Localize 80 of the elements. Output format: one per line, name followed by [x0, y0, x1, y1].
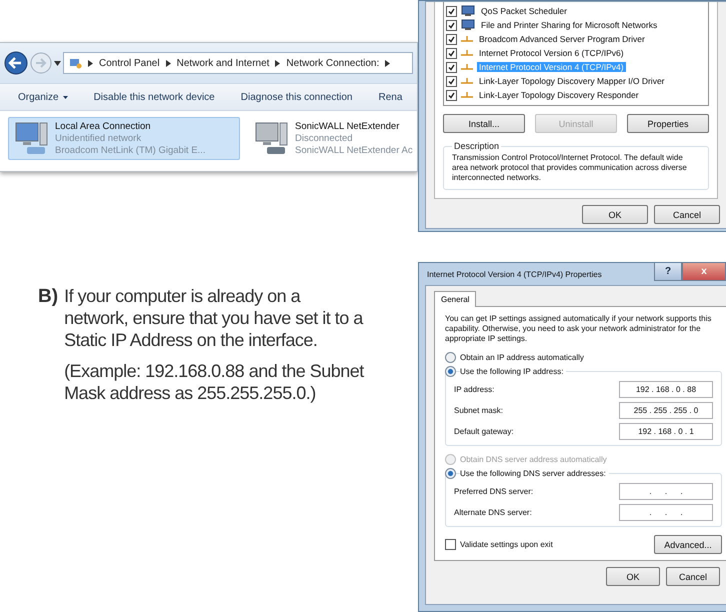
- ip-address-field[interactable]: 192 . 168 . 0 . 1: [619, 423, 713, 440]
- ip-address-field[interactable]: . . .: [619, 504, 713, 521]
- toolbar-button[interactable]: Rena: [378, 92, 402, 102]
- radio-label: Use the following DNS server addresses:: [460, 469, 609, 478]
- network-protocol-icon: [461, 91, 473, 99]
- dialog-button[interactable]: OK: [606, 567, 660, 586]
- toolbar-button[interactable]: Disable this network device: [94, 92, 215, 102]
- connection-item[interactable]: SonicWALL NetExtender Disconnected SonicWALL NetExtender Ac: [248, 117, 417, 160]
- address-bar[interactable]: Control Panel Network and Internet Network Connection:: [63, 52, 413, 74]
- back-button-icon[interactable]: [4, 51, 28, 75]
- dialog-button[interactable]: OK: [582, 205, 648, 224]
- network-computer-icon: [253, 121, 289, 155]
- step-marker: B): [38, 285, 58, 309]
- field-label: Default gateway:: [454, 427, 514, 436]
- field-label: Subnet mask:: [454, 406, 503, 415]
- dialog-button[interactable]: Install...: [443, 114, 525, 133]
- checkbox[interactable]: [446, 90, 457, 100]
- breadcrumb-item[interactable]: Control Panel: [99, 58, 160, 68]
- tab[interactable]: General: [434, 291, 476, 307]
- caret-icon[interactable]: [54, 60, 61, 66]
- dialog-button[interactable]: Cancel: [654, 205, 720, 224]
- list-item[interactable]: Link-Layer Topology Discovery Responder: [477, 90, 641, 100]
- checkbox[interactable]: [446, 76, 457, 86]
- checkbox[interactable]: [446, 34, 457, 44]
- checkbox[interactable]: [446, 6, 457, 16]
- checkbox-label: Validate settings upon exit: [460, 540, 553, 549]
- checkbox[interactable]: [446, 62, 457, 72]
- field-label: Alternate DNS server:: [454, 508, 532, 517]
- connection-status: Unidentified network: [55, 133, 142, 144]
- field-label: IP address:: [454, 385, 494, 394]
- chevron-icon: [88, 60, 93, 66]
- description-text: Transmission Control Protocol/Internet Protocol. The default wide area network protocol that provides communication across diverse interconnected networks.: [452, 153, 688, 183]
- breadcrumb-item[interactable]: Network Connection:: [286, 58, 380, 68]
- ip-address-field[interactable]: 192 . 168 . 0 . 88: [619, 381, 713, 398]
- connection-name: Local Area Connection: [55, 121, 152, 132]
- dialog-button[interactable]: Cancel: [666, 567, 720, 586]
- window-title: Internet Protocol Version 4 (TCP/IPv4) Properties: [427, 270, 602, 278]
- chevron-icon: [166, 60, 171, 66]
- network-computer-icon: [13, 121, 49, 155]
- radio-button[interactable]: [445, 468, 456, 479]
- connection-name: SonicWALL NetExtender: [295, 121, 400, 132]
- radio-label: Obtain DNS server address automatically: [460, 455, 610, 464]
- breadcrumb-item[interactable]: Network and Internet: [176, 58, 270, 68]
- computer-icon: [461, 5, 475, 17]
- chevron-icon: [275, 60, 280, 66]
- list-item[interactable]: File and Printer Sharing for Microsoft Networks: [479, 20, 660, 30]
- toolbar-button[interactable]: Diagnose this connection: [240, 92, 352, 102]
- checkbox[interactable]: [446, 20, 457, 30]
- list-item[interactable]: Link-Layer Topology Discovery Mapper I/O Driver: [477, 76, 666, 86]
- connection-status: Disconnected: [295, 133, 354, 144]
- ip-address-field[interactable]: 255 . 255 . 255 . 0: [619, 402, 713, 419]
- checkbox[interactable]: [446, 48, 457, 58]
- advanced-button[interactable]: Advanced...: [654, 535, 722, 554]
- intro-text: You can get IP settings assigned automatically if your network supports this capability. Otherwise, you need to ask your network administrator for the appropriate IP settings.: [445, 314, 712, 344]
- group-title: Description: [453, 141, 500, 151]
- help-button[interactable]: ?: [654, 263, 682, 281]
- network-protocol-icon: [461, 35, 473, 43]
- instruction-paragraph: If your computer is already on a network, ensure that you have set it to a Static IP Address on the interface.: [64, 285, 364, 351]
- connection-device: Broadcom NetLink (TM) Gigabit E...: [55, 145, 206, 156]
- instruction-paragraph: (Example: 192.168.0.88 and the Subnet Mask address as 255.255.255.0.): [64, 360, 364, 404]
- ip-address-field[interactable]: . . .: [619, 483, 713, 500]
- list-item[interactable]: Broadcom Advanced Server Program Driver: [477, 34, 647, 44]
- list-item[interactable]: QoS Packet Scheduler: [479, 6, 569, 16]
- radio-button[interactable]: [445, 352, 456, 363]
- radio-button[interactable]: [445, 366, 456, 377]
- connection-device: SonicWALL NetExtender Ac: [295, 145, 413, 156]
- network-protocol-icon: [461, 63, 473, 71]
- toolbar-button[interactable]: Organize: [18, 92, 68, 102]
- network-protocol-icon: [461, 77, 473, 85]
- checkbox[interactable]: [445, 539, 456, 550]
- connection-item[interactable]: Local Area Connection Unidentified network Broadcom NetLink (TM) Gigabit E...: [8, 117, 240, 160]
- list-item[interactable]: Internet Protocol Version 6 (TCP/IPv6): [477, 48, 626, 58]
- radio-label: Use the following IP address:: [460, 367, 566, 376]
- dialog-button[interactable]: Properties: [627, 114, 709, 133]
- network-protocol-icon: [461, 49, 473, 57]
- radio-label: Obtain an IP address automatically: [460, 353, 587, 362]
- control-panel-icon: [69, 58, 82, 68]
- chevron-icon: [385, 60, 390, 66]
- field-label: Preferred DNS server:: [454, 487, 534, 496]
- computer-icon: [461, 19, 475, 31]
